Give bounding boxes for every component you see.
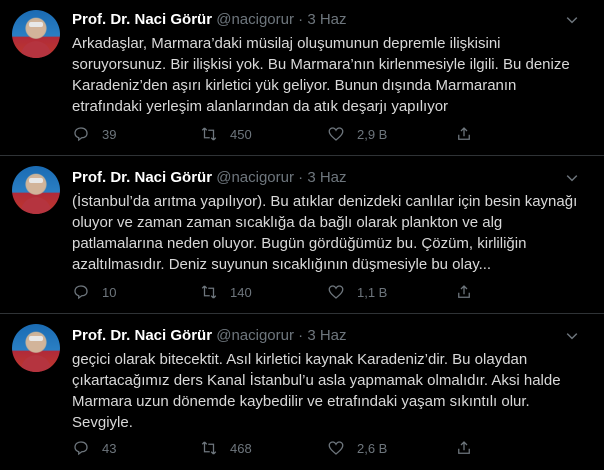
avatar[interactable] [12,10,60,58]
like-button[interactable]: 1,1 B [327,282,387,302]
tweet-actions: 10 140 1,1 B [72,282,584,302]
separator-dot: · [298,169,304,186]
tweet-date[interactable]: 3 Haz [307,327,346,344]
retweet-button[interactable]: 450 [200,124,252,144]
share-button[interactable] [455,438,473,458]
retweet-count: 140 [230,284,252,300]
separator-dot: · [298,327,304,344]
like-button[interactable]: 2,9 B [327,124,387,144]
like-icon [328,285,344,299]
reply-count: 43 [102,440,117,456]
share-icon [458,441,470,454]
reply-icon [74,285,88,300]
retweet-button[interactable]: 140 [200,282,252,302]
like-icon [328,441,344,455]
tweet-text: (İstanbul’da arıtma yapılıyor). Bu atıkl… [72,193,578,273]
reply-icon [74,441,88,456]
separator-dot: · [298,11,304,28]
author-handle[interactable]: @nacigorur [216,327,294,344]
chevron-down-icon[interactable] [562,12,582,32]
tweet-actions: 39 450 2,9 B [72,124,584,144]
share-icon [458,285,470,298]
author-name[interactable]: Prof. Dr. Naci Görür [72,169,212,186]
like-button[interactable]: 2,6 B [327,438,387,458]
tweet[interactable]: Prof. Dr. Naci Görür @nacigorur · 3 Haz … [0,156,604,314]
tweet-header: Prof. Dr. Naci Görür @nacigorur · 3 Haz [72,326,347,346]
chevron-down-icon[interactable] [562,328,582,348]
tweet-date[interactable]: 3 Haz [307,11,346,28]
reply-button[interactable]: 10 [72,282,116,302]
tweet[interactable]: Prof. Dr. Naci Görür @nacigorur · 3 Haz … [0,0,604,156]
chevron-down-icon[interactable] [562,170,582,190]
tweet-text: Arkadaşlar, Marmara’daki müsilaj oluşumu… [72,35,570,115]
retweet-count: 450 [230,126,252,142]
author-handle[interactable]: @nacigorur [216,11,294,28]
avatar[interactable] [12,324,60,372]
reply-button[interactable]: 43 [72,438,116,458]
retweet-button[interactable]: 468 [200,438,252,458]
reply-count: 39 [102,126,117,142]
share-button[interactable] [455,124,473,144]
tweet-header: Prof. Dr. Naci Görür @nacigorur · 3 Haz [72,10,347,30]
retweet-icon [201,441,217,455]
author-name[interactable]: Prof. Dr. Naci Görür [72,11,212,28]
avatar[interactable] [12,166,60,214]
reply-icon [74,127,88,142]
tweet-actions: 43 468 2,6 B [72,438,584,458]
tweet-header: Prof. Dr. Naci Görür @nacigorur · 3 Haz [72,168,347,188]
author-handle[interactable]: @nacigorur [216,169,294,186]
like-count: 2,9 B [357,126,388,142]
retweet-count: 468 [230,440,252,456]
like-count: 1,1 B [357,284,388,300]
tweet[interactable]: Prof. Dr. Naci Görür @nacigorur · 3 Haz … [0,314,604,470]
reply-button[interactable]: 39 [72,124,116,144]
retweet-icon [201,285,217,299]
tweet-date[interactable]: 3 Haz [307,169,346,186]
share-button[interactable] [455,282,473,302]
retweet-icon [201,127,217,141]
reply-count: 10 [102,284,117,300]
like-count: 2,6 B [357,440,388,456]
share-icon [458,127,470,140]
tweet-text: geçici olarak bitecektit. Asıl kirletici… [72,351,561,431]
author-name[interactable]: Prof. Dr. Naci Görür [72,327,212,344]
like-icon [328,127,344,141]
